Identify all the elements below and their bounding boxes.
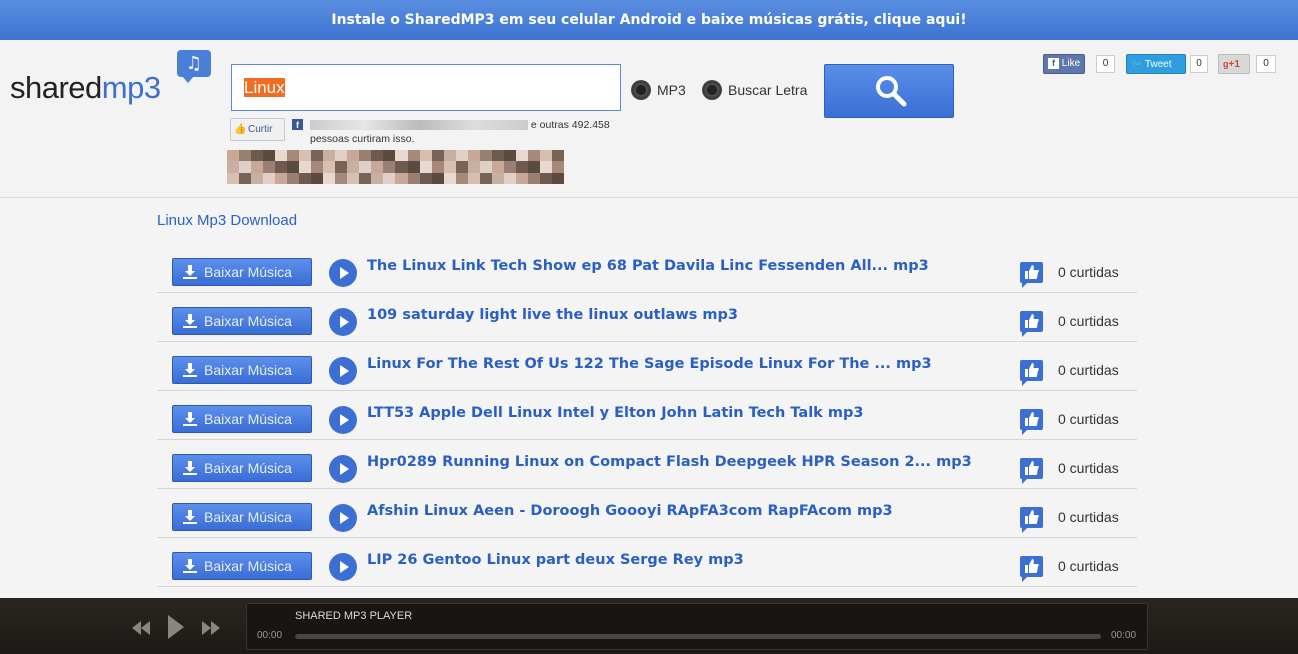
table-row: Baixar Música The Linux Link Tech Show ep… bbox=[157, 244, 1137, 293]
download-button[interactable]: Baixar Música bbox=[172, 552, 312, 580]
player-title: SHARED MP3 PLAYER bbox=[295, 610, 413, 622]
table-row: Baixar Música LTT53 Apple Dell Linux Inte… bbox=[157, 391, 1137, 440]
table-row: Baixar Música LIP 26 Gentoo Linux part de… bbox=[157, 538, 1137, 587]
thumbs-up-icon[interactable] bbox=[1020, 262, 1043, 288]
play-button[interactable] bbox=[329, 455, 357, 483]
facebook-like-label: Like bbox=[1061, 58, 1081, 69]
song-title-link[interactable]: The Linux Link Tech Show ep 68 Pat Davil… bbox=[367, 258, 929, 274]
progress-track[interactable] bbox=[295, 634, 1101, 639]
twitter-bird-icon: 🐦 bbox=[1131, 59, 1143, 69]
likes-count: 0 curtidas bbox=[1058, 264, 1119, 280]
google-plus-label: +1 bbox=[1228, 59, 1240, 70]
song-title-link[interactable]: LTT53 Apple Dell Linux Intel y Elton Joh… bbox=[367, 405, 863, 421]
download-icon bbox=[183, 314, 197, 328]
download-button-label: Baixar Música bbox=[204, 460, 292, 476]
player-display: SHARED MP3 PLAYER 00:00 00:00 bbox=[246, 603, 1148, 650]
play-button[interactable] bbox=[329, 259, 357, 287]
download-button[interactable]: Baixar Música bbox=[172, 307, 312, 335]
thumbs-up-icon[interactable] bbox=[1020, 409, 1043, 435]
song-title-link[interactable]: Hpr0289 Running Linux on Compact Flash D… bbox=[367, 454, 972, 470]
song-title-link[interactable]: Linux For The Rest Of Us 122 The Sage Ep… bbox=[367, 356, 932, 372]
logo-text-shared: shared bbox=[10, 70, 102, 105]
facebook-small-icon: f bbox=[1048, 57, 1059, 69]
likes-count: 0 curtidas bbox=[1058, 411, 1119, 427]
search-input-value: Linux bbox=[244, 78, 285, 97]
facebook-icon: f bbox=[292, 119, 303, 130]
tweet-count: 0 bbox=[1190, 55, 1208, 73]
table-row: Baixar Música Hpr0289 Running Linux on Co… bbox=[157, 440, 1137, 489]
mp3-radio[interactable] bbox=[631, 80, 651, 100]
download-button[interactable]: Baixar Música bbox=[172, 356, 312, 384]
download-button-label: Baixar Música bbox=[204, 509, 292, 525]
download-button-label: Baixar Música bbox=[204, 558, 292, 574]
download-button[interactable]: Baixar Música bbox=[172, 258, 312, 286]
thumbs-up-icon[interactable] bbox=[1020, 458, 1043, 484]
next-icon[interactable] bbox=[201, 620, 221, 636]
download-button-label: Baixar Música bbox=[204, 264, 292, 280]
facebook-like-count: 0 bbox=[1096, 55, 1115, 73]
likes-count: 0 curtidas bbox=[1058, 558, 1119, 574]
audio-player-bar: SHARED MP3 PLAYER 00:00 00:00 bbox=[0, 598, 1298, 654]
likes-count: 0 curtidas bbox=[1058, 460, 1119, 476]
tweet-button[interactable]: 🐦 Tweet bbox=[1126, 54, 1186, 74]
facebook-faces-pixelated bbox=[227, 150, 564, 184]
download-button[interactable]: Baixar Música bbox=[172, 503, 312, 531]
mp3-radio-label: MP3 bbox=[657, 82, 686, 98]
download-button-label: Baixar Música bbox=[204, 313, 292, 329]
search-button[interactable] bbox=[824, 64, 954, 118]
likes-count: 0 curtidas bbox=[1058, 509, 1119, 525]
download-button[interactable]: Baixar Música bbox=[172, 405, 312, 433]
search-icon bbox=[876, 76, 907, 107]
play-button[interactable] bbox=[329, 357, 357, 385]
lyrics-radio[interactable] bbox=[702, 80, 722, 100]
music-note-icon: ♫ bbox=[177, 50, 211, 83]
facebook-like-button[interactable]: f Like bbox=[1043, 54, 1086, 74]
likes-count: 0 curtidas bbox=[1058, 313, 1119, 329]
download-icon bbox=[183, 461, 197, 475]
download-button[interactable]: Baixar Música bbox=[172, 454, 312, 482]
play-icon[interactable] bbox=[166, 614, 186, 640]
download-icon bbox=[183, 559, 197, 573]
google-plus-button[interactable]: g+1 bbox=[1218, 54, 1250, 74]
logo-text-mp3: mp3 bbox=[101, 70, 161, 105]
google-plus-count: 0 bbox=[1256, 55, 1276, 73]
thumbs-up-icon[interactable] bbox=[1020, 556, 1043, 582]
thumbs-up-icon[interactable] bbox=[1020, 311, 1043, 337]
download-icon bbox=[183, 363, 197, 377]
download-icon bbox=[183, 265, 197, 279]
tweet-label: Tweet bbox=[1144, 59, 1172, 70]
table-row: Baixar Música Linux For The Rest Of Us 12… bbox=[157, 342, 1137, 391]
time-total: 00:00 bbox=[1111, 630, 1137, 641]
site-logo[interactable]: sharedmp3 bbox=[10, 70, 161, 106]
table-row: Baixar Música Afshin Linux Aeen - Doroogh… bbox=[157, 489, 1137, 538]
facebook-likes-text: e outras 492.458 pessoas curtiram isso. bbox=[310, 118, 630, 146]
header: sharedmp3 ♫ Linux MP3 Buscar Letra Curti… bbox=[0, 40, 1298, 198]
download-button-label: Baixar Música bbox=[204, 411, 292, 427]
blurred-names bbox=[310, 120, 528, 131]
thumbs-up-icon[interactable] bbox=[1020, 360, 1043, 386]
thumbs-up-icon[interactable] bbox=[1020, 507, 1043, 533]
play-button[interactable] bbox=[329, 308, 357, 336]
song-title-link[interactable]: Afshin Linux Aeen - Doroogh Goooyi RApFA… bbox=[367, 503, 893, 519]
results-heading: Linux Mp3 Download bbox=[157, 212, 298, 229]
android-promo-banner[interactable]: Instale o SharedMP3 em seu celular Andro… bbox=[0, 0, 1298, 40]
play-button[interactable] bbox=[329, 406, 357, 434]
song-title-link[interactable]: LIP 26 Gentoo Linux part deux Serge Rey … bbox=[367, 552, 744, 568]
download-icon bbox=[183, 510, 197, 524]
previous-icon[interactable] bbox=[131, 620, 151, 636]
time-elapsed: 00:00 bbox=[257, 630, 283, 641]
song-title-link[interactable]: 109 saturday light live the linux outlaw… bbox=[367, 307, 738, 323]
search-input[interactable]: Linux bbox=[231, 64, 621, 111]
lyrics-radio-label: Buscar Letra bbox=[728, 82, 808, 98]
likes-count: 0 curtidas bbox=[1058, 362, 1119, 378]
facebook-curtir-button[interactable]: Curtir bbox=[230, 118, 285, 141]
table-row: Baixar Música 109 saturday light live the… bbox=[157, 293, 1137, 342]
play-button[interactable] bbox=[329, 553, 357, 581]
download-icon bbox=[183, 412, 197, 426]
play-button[interactable] bbox=[329, 504, 357, 532]
download-button-label: Baixar Música bbox=[204, 362, 292, 378]
